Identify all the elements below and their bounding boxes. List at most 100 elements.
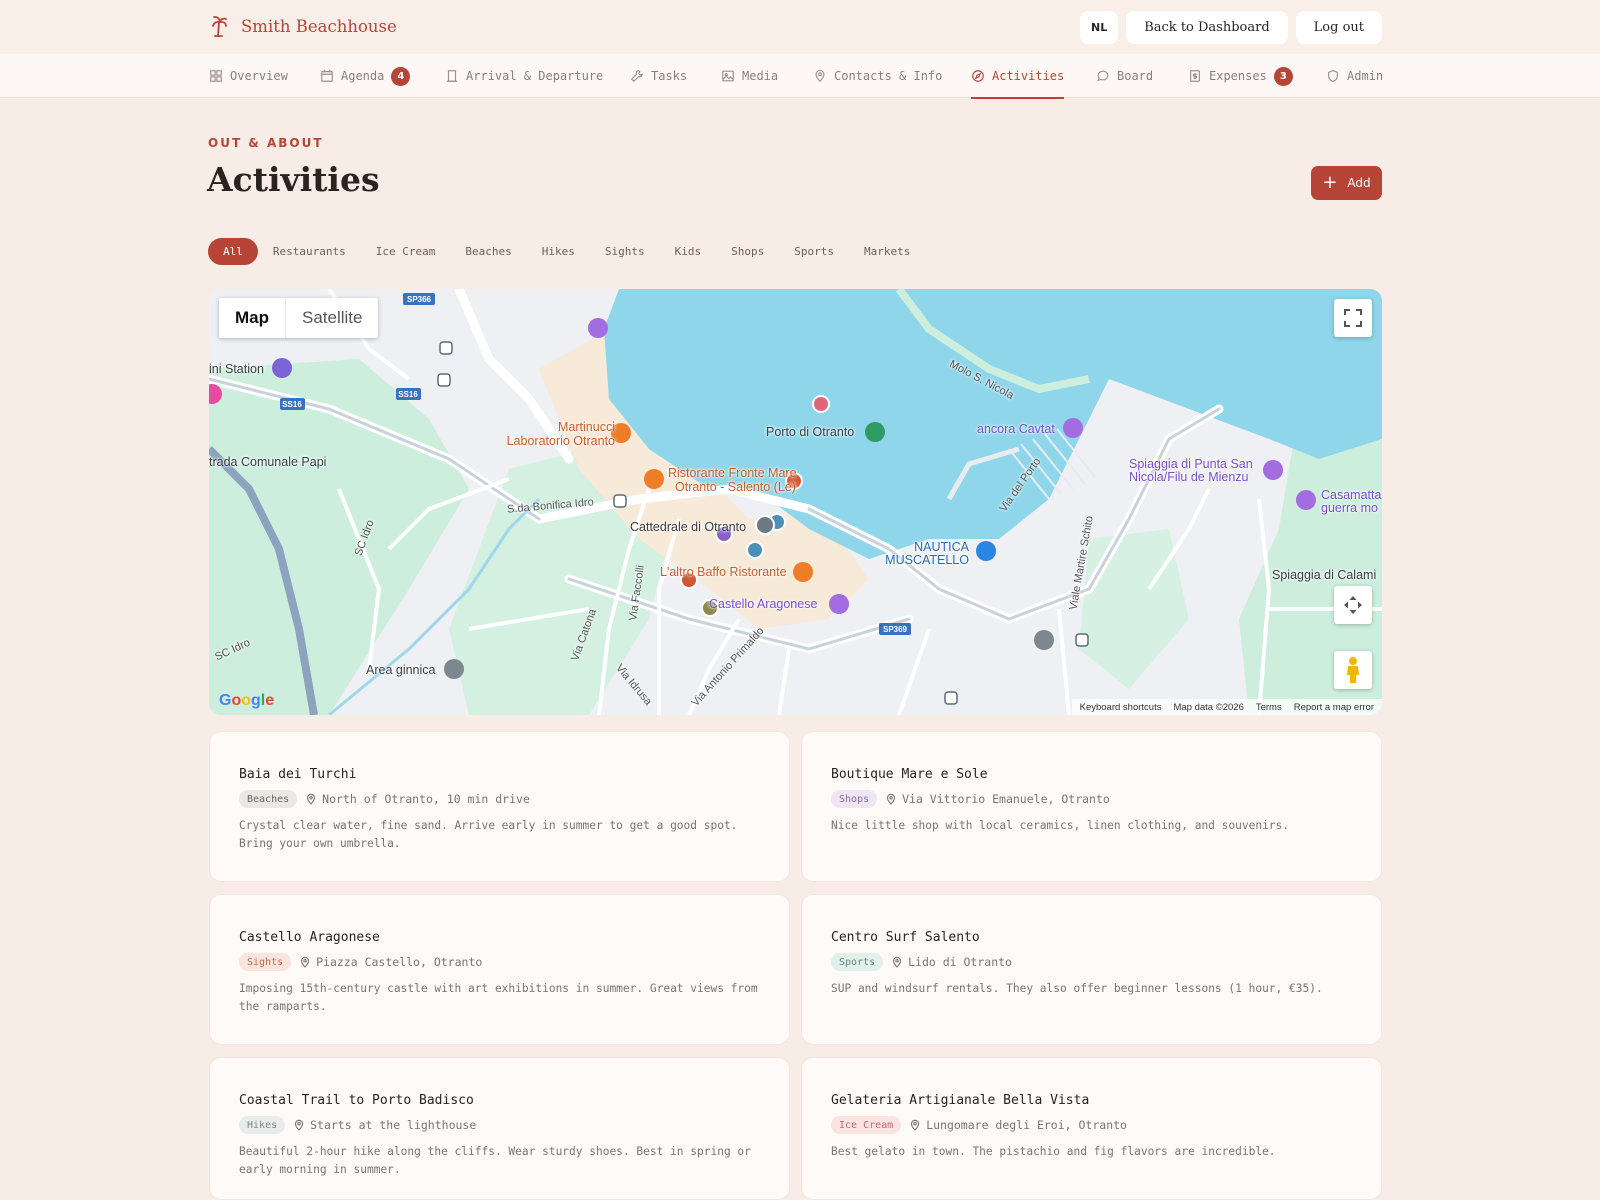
map-label-strada: trada Comunale Papi bbox=[209, 455, 327, 469]
map-label-martinucci-sub: Laboratorio Otranto bbox=[506, 434, 615, 448]
bus-stop-marker bbox=[437, 373, 451, 387]
map-type-satellite-button[interactable]: Satellite bbox=[286, 298, 378, 338]
receipt-icon bbox=[1190, 70, 1200, 82]
activity-title: Centro Surf Salento bbox=[831, 930, 980, 945]
page-title: Activities bbox=[207, 160, 380, 199]
bus-stop-marker bbox=[944, 691, 958, 705]
wrench-icon bbox=[630, 70, 643, 83]
filter-hikes[interactable]: Hikes bbox=[527, 238, 590, 265]
activity-description: Nice little shop with local ceramics, li… bbox=[831, 819, 1290, 832]
map-type-map-button[interactable]: Map bbox=[219, 298, 285, 338]
brand-name: Smith Beachhouse bbox=[241, 16, 397, 36]
filter-beaches[interactable]: Beaches bbox=[450, 238, 526, 265]
activity-location: Starts at the lighthouse bbox=[310, 1118, 477, 1132]
tab-label: Expenses bbox=[1209, 69, 1267, 83]
tab-label: Tasks bbox=[651, 69, 688, 83]
report-map-error-link[interactable]: Report a map error bbox=[1294, 702, 1374, 713]
tab-overview[interactable]: Overview bbox=[209, 54, 288, 98]
language-button[interactable]: NL bbox=[1080, 11, 1119, 44]
filter-sports[interactable]: Sports bbox=[779, 238, 849, 265]
tab-tasks[interactable]: Tasks bbox=[630, 54, 687, 98]
filter-restaurants[interactable]: Restaurants bbox=[258, 238, 361, 265]
activity-description: SUP and windsurf rentals. They also offe… bbox=[831, 982, 1323, 995]
location-pin-icon bbox=[887, 793, 896, 805]
category-tag: Shops bbox=[831, 790, 878, 808]
compass-icon bbox=[972, 70, 984, 82]
poi-attraction-marker bbox=[829, 594, 849, 614]
map-label-porto: Porto di Otranto bbox=[766, 425, 855, 439]
filter-all[interactable]: All bbox=[208, 238, 258, 265]
fullscreen-icon bbox=[1344, 309, 1362, 327]
map-label-nautica-sub: MUSCATELLO bbox=[885, 553, 969, 567]
tab-label: Overview bbox=[230, 69, 288, 83]
tab-arrival-departure[interactable]: Arrival & Departure bbox=[445, 54, 603, 98]
map-type-control: Map Satellite bbox=[219, 298, 379, 338]
add-label: Add bbox=[1347, 176, 1371, 190]
top-bar: Smith Beachhouse NL Back to Dashboard Lo… bbox=[0, 0, 1600, 54]
tab-agenda[interactable]: Agenda 4 bbox=[320, 54, 411, 98]
activity-location: Lido di Otranto bbox=[908, 955, 1012, 969]
activity-location: North of Otranto, 10 min drive bbox=[322, 792, 530, 806]
chat-bubble-icon bbox=[1097, 70, 1109, 82]
map-label-ristorante: Ristorante Fronte Mare bbox=[668, 466, 797, 480]
building-icon bbox=[446, 70, 458, 82]
map-label-cattedrale: Cattedrale di Otranto bbox=[630, 520, 747, 534]
tab-contacts-info[interactable]: Contacts & Info bbox=[813, 54, 942, 98]
activity-card[interactable]: Coastal Trail to Porto Badisco Hikes Sta… bbox=[209, 1057, 790, 1200]
section-eyebrow: OUT & ABOUT bbox=[208, 136, 324, 150]
map-label-laltro: L'altro Baffo Ristorante bbox=[660, 565, 787, 579]
map-label-casamatta-sub: guerra mo bbox=[1321, 501, 1378, 515]
logout-button[interactable]: Log out bbox=[1295, 11, 1382, 44]
location-pin-icon bbox=[893, 956, 902, 968]
map-label-area-ginnica: Area ginnica bbox=[366, 663, 436, 677]
bus-stop-marker bbox=[1075, 633, 1089, 647]
tab-expenses[interactable]: Expenses 3 bbox=[1188, 54, 1293, 98]
activity-card[interactable]: Castello Aragonese Sights Piazza Castell… bbox=[209, 894, 790, 1045]
location-pin-icon bbox=[911, 1119, 920, 1131]
activity-title: Boutique Mare e Sole bbox=[831, 767, 988, 782]
map-data-text: Map data ©2026 bbox=[1173, 701, 1244, 713]
bus-stop-marker bbox=[613, 494, 627, 508]
map-label-ristorante-sub: Otranto - Salento (Le) bbox=[675, 480, 796, 494]
filter-shops[interactable]: Shops bbox=[716, 238, 779, 265]
tab-media[interactable]: Media bbox=[721, 54, 778, 98]
activity-card[interactable]: Centro Surf Salento Sports Lido di Otran… bbox=[801, 894, 1382, 1045]
add-activity-button[interactable]: + Add bbox=[1311, 166, 1382, 200]
activities-map[interactable]: SP366 SS16 SS16 SP369 ini Station trada … bbox=[209, 289, 1382, 715]
camera-control-button[interactable] bbox=[1334, 586, 1372, 624]
filter-sights[interactable]: Sights bbox=[590, 238, 660, 265]
brand[interactable]: Smith Beachhouse bbox=[207, 14, 397, 38]
filter-ice-cream[interactable]: Ice Cream bbox=[361, 238, 451, 265]
tab-admin[interactable]: Admin bbox=[1326, 54, 1383, 98]
poi-school-marker bbox=[1034, 630, 1054, 650]
activity-card[interactable]: Baia dei Turchi Beaches North of Otranto… bbox=[209, 731, 790, 882]
activity-card[interactable]: Gelateria Artigianale Bella Vista Ice Cr… bbox=[801, 1057, 1382, 1200]
activity-meta: Shops Via Vittorio Emanuele, Otranto bbox=[831, 790, 1110, 808]
fullscreen-button[interactable] bbox=[1334, 299, 1372, 337]
activity-title: Gelateria Artigianale Bella Vista bbox=[831, 1093, 1090, 1108]
poi-restaurant-marker bbox=[644, 469, 664, 489]
poi-harbour-marker bbox=[865, 422, 885, 442]
tab-label: Board bbox=[1117, 69, 1154, 83]
map-label-casamatta: Casamatta bbox=[1321, 488, 1382, 502]
tab-activities[interactable]: Activities bbox=[971, 54, 1065, 99]
tab-label: Contacts & Info bbox=[834, 69, 943, 83]
filter-markets[interactable]: Markets bbox=[849, 238, 925, 265]
filter-kids[interactable]: Kids bbox=[660, 238, 717, 265]
activity-card[interactable]: Boutique Mare e Sole Shops Via Vittorio … bbox=[801, 731, 1382, 882]
image-icon bbox=[722, 70, 734, 82]
terms-link[interactable]: Terms bbox=[1256, 702, 1282, 713]
back-to-dashboard-button[interactable]: Back to Dashboard bbox=[1126, 11, 1288, 44]
map-canvas: SP366 SS16 SS16 SP369 bbox=[209, 289, 1382, 715]
street-view-pegman-button[interactable] bbox=[1334, 651, 1372, 689]
category-tag: Ice Cream bbox=[831, 1116, 902, 1134]
activity-description: Crystal clear water, fine sand. Arrive e… bbox=[239, 819, 738, 850]
category-tag: Beaches bbox=[239, 790, 298, 808]
tab-board[interactable]: Board bbox=[1096, 54, 1153, 98]
keyboard-shortcuts-link[interactable]: Keyboard shortcuts bbox=[1080, 702, 1162, 713]
category-tag: Sports bbox=[831, 953, 884, 971]
activity-description: Imposing 15th-century castle with art ex… bbox=[239, 982, 758, 1013]
map-label-martinucci: Martinucci bbox=[558, 420, 615, 434]
poi-attraction-marker bbox=[588, 318, 608, 338]
map-label-castello: Castello Aragonese bbox=[709, 597, 818, 611]
